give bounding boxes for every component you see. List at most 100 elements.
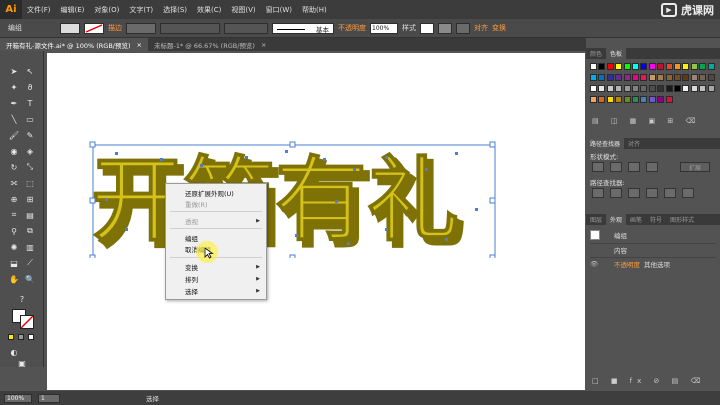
menu-item-perspective[interactable]: 透视 ▶ — [166, 215, 266, 226]
magic-wand-tool-icon[interactable]: ✦ — [7, 80, 21, 94]
trim-button[interactable] — [610, 188, 622, 198]
color-swatch[interactable] — [682, 63, 690, 70]
selection-tool-icon[interactable]: ➤ — [7, 64, 21, 78]
color-swatch[interactable] — [648, 85, 656, 92]
color-swatch[interactable] — [632, 74, 639, 81]
gradient-mode-icon[interactable] — [18, 334, 24, 340]
color-swatch[interactable] — [657, 85, 665, 92]
color-swatch[interactable] — [657, 96, 665, 103]
menu-item[interactable]: 窗口(W) — [261, 5, 297, 15]
eyedropper-tool-icon[interactable]: ⚲ — [7, 224, 21, 238]
color-swatch[interactable] — [615, 63, 623, 70]
color-swatch[interactable] — [690, 63, 698, 70]
zoom-tool-icon[interactable]: 🔍 — [23, 272, 37, 286]
color-swatch[interactable] — [665, 85, 673, 92]
color-swatch[interactable] — [606, 85, 614, 92]
color-swatch[interactable] — [590, 96, 597, 103]
color-swatch[interactable] — [707, 74, 715, 81]
appearance-opacity-row[interactable]: 👁 不透明度 其他选项 — [590, 257, 716, 270]
color-swatch[interactable] — [615, 96, 623, 103]
type-tool-icon[interactable]: T — [23, 96, 37, 110]
perspective-grid-tool-icon[interactable]: ⊞ — [23, 192, 37, 206]
crop-button[interactable] — [646, 188, 658, 198]
color-swatch[interactable] — [632, 96, 639, 103]
close-icon[interactable]: × — [261, 41, 266, 49]
document-tab-2[interactable]: 未标题-1* @ 66.67% (RGB/预览) × — [148, 38, 272, 51]
visibility-eye-icon[interactable]: 👁 — [590, 260, 614, 268]
gradient-tool-icon[interactable]: ▤ — [23, 208, 37, 222]
menu-item[interactable]: 对象(O) — [89, 5, 124, 15]
pen-tool-icon[interactable]: ✒ — [7, 96, 21, 110]
tab-swatches[interactable]: 色板 — [606, 48, 627, 59]
menu-item[interactable]: 选择(S) — [158, 5, 192, 15]
color-swatch[interactable] — [606, 74, 614, 81]
none-mode-icon[interactable] — [28, 334, 34, 340]
stroke-style-field[interactable]: 基本 — [272, 22, 334, 34]
zoom-field[interactable]: 100% — [4, 393, 32, 403]
color-swatch[interactable] — [707, 85, 715, 92]
menu-item[interactable]: 帮助(H) — [297, 5, 332, 15]
appearance-panel-controls[interactable]: □ ■ fx ⊘ ▤ ⌫ — [592, 377, 716, 387]
hand-tool-icon[interactable]: ✋ — [7, 272, 21, 286]
color-swatch[interactable] — [699, 63, 707, 70]
color-mode-icon[interactable] — [8, 334, 14, 340]
menu-item-undo-expand[interactable]: 还原扩展外观(U) — [166, 187, 266, 198]
blob-brush-tool-icon[interactable]: ◉ — [7, 144, 21, 158]
menu-item-transform[interactable]: 变换 ▶ — [166, 261, 266, 272]
color-swatch[interactable] — [606, 63, 614, 70]
menu-item[interactable]: 效果(C) — [192, 5, 226, 15]
divide-button[interactable] — [592, 188, 604, 198]
fill-color-picker[interactable] — [60, 22, 80, 34]
pencil-tool-icon[interactable]: ✎ — [23, 128, 37, 142]
lasso-tool-icon[interactable]: ϑ — [23, 80, 37, 94]
recolor-button[interactable] — [438, 22, 452, 34]
artboard-tool-icon[interactable]: ⬓ — [7, 256, 21, 270]
opacity-link[interactable]: 不透明度 — [614, 259, 640, 269]
slice-tool-icon[interactable]: ⟋ — [23, 256, 37, 270]
blend-tool-icon[interactable]: ⧉ — [23, 224, 37, 238]
color-swatch[interactable] — [632, 85, 639, 92]
width-tool-icon[interactable]: ⟗ — [7, 176, 21, 190]
color-swatch[interactable] — [707, 63, 715, 70]
color-swatch[interactable] — [598, 63, 606, 70]
menu-item-arrange[interactable]: 排列 ▶ — [166, 273, 266, 284]
tab-graphic-styles[interactable]: 图形样式 — [666, 214, 698, 225]
align-label[interactable]: 对齐 — [474, 23, 488, 33]
default-colors-icon[interactable]: ? — [15, 292, 29, 306]
color-swatch[interactable] — [640, 63, 648, 70]
menu-item[interactable]: 视图(V) — [226, 5, 260, 15]
swatch-panel-controls[interactable]: ▤ ◫ ▦ ▣ ⊞ ⌫ — [592, 117, 712, 127]
color-swatch[interactable] — [615, 85, 623, 92]
exclude-button[interactable] — [646, 162, 658, 172]
minus-front-button[interactable] — [610, 162, 622, 172]
scale-tool-icon[interactable]: ⤡ — [23, 160, 37, 174]
color-swatch[interactable] — [606, 96, 614, 103]
color-swatch[interactable] — [640, 85, 648, 92]
rotate-tool-icon[interactable]: ↻ — [7, 160, 21, 174]
color-swatch[interactable] — [590, 74, 597, 81]
color-swatch[interactable] — [623, 85, 631, 92]
menu-item[interactable]: 文字(T) — [124, 5, 158, 15]
color-swatch[interactable] — [699, 74, 707, 81]
stroke-swatch[interactable] — [20, 315, 34, 329]
transform-label[interactable]: 变换 — [492, 23, 506, 33]
menu-item-group[interactable]: 编组 — [166, 232, 266, 243]
eraser-tool-icon[interactable]: ◈ — [23, 144, 37, 158]
mesh-tool-icon[interactable]: ⌗ — [7, 208, 21, 222]
color-swatch[interactable] — [674, 85, 681, 92]
menu-item-select[interactable]: 选择 ▶ — [166, 285, 266, 296]
merge-button[interactable] — [628, 188, 640, 198]
minus-back-button[interactable] — [682, 188, 694, 198]
color-swatch[interactable] — [615, 74, 623, 81]
symbol-sprayer-tool-icon[interactable]: ✺ — [7, 240, 21, 254]
color-swatch[interactable] — [590, 85, 597, 92]
document-tab-1[interactable]: 开箱有礼-源文件.ai* @ 100% (RGB/预览) × — [0, 38, 148, 51]
color-swatch[interactable] — [690, 74, 698, 81]
artwork-3d-text[interactable]: 开箱有礼 开箱有礼 — [85, 138, 500, 258]
free-transform-tool-icon[interactable]: ⬚ — [23, 176, 37, 190]
color-swatch[interactable] — [590, 63, 597, 70]
color-swatch[interactable] — [648, 63, 656, 70]
outline-button[interactable] — [664, 188, 676, 198]
menu-item-redo[interactable]: 重做(R) — [166, 198, 266, 209]
intersect-button[interactable] — [628, 162, 640, 172]
